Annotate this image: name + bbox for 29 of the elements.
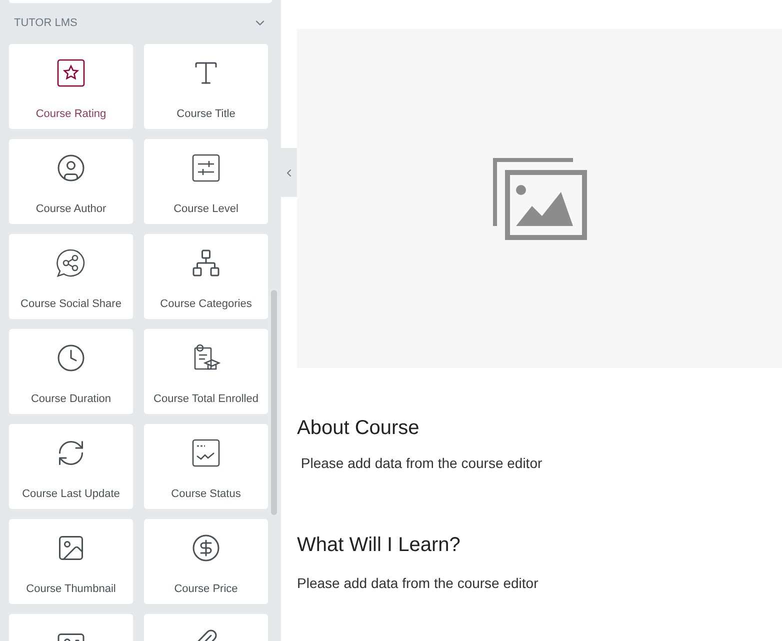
- image-placeholder-icon: [492, 158, 586, 240]
- user-icon: [56, 153, 86, 183]
- widget-card[interactable]: Course Title: [144, 44, 268, 129]
- dollar-icon: [191, 533, 221, 563]
- chart-icon: [191, 438, 221, 468]
- section-heading: About Course: [297, 417, 420, 440]
- widget-card[interactable]: Course Last Update: [9, 424, 133, 509]
- scrollbar[interactable]: [271, 290, 277, 515]
- widget-card[interactable]: Course Price: [144, 519, 268, 604]
- clock-icon: [56, 343, 86, 373]
- hierarchy-icon: [191, 248, 221, 278]
- sliders-icon: [191, 153, 221, 183]
- section-heading: What Will I Learn?: [297, 534, 462, 557]
- widget-card[interactable]: Course Rating: [9, 44, 133, 129]
- widget-card[interactable]: Course Total Enrolled: [144, 329, 268, 414]
- widget-card[interactable]: Course Status: [144, 424, 268, 509]
- widget-card[interactable]: Course Thumbnail: [9, 519, 133, 604]
- share-icon: [56, 248, 86, 278]
- widget-card[interactable]: Course Duration: [9, 329, 133, 414]
- section-text: Please add data from the course editor: [300, 455, 544, 471]
- widget-card[interactable]: Course Social Share: [9, 234, 133, 319]
- widget-card[interactable]: Course Categories: [144, 234, 268, 319]
- refresh-icon: [56, 438, 86, 468]
- image-icon: [56, 533, 86, 563]
- section-text: Please add data from the course editor: [297, 575, 540, 591]
- section-title: TUTOR LMS: [14, 17, 78, 29]
- collapse-button[interactable]: [281, 148, 297, 197]
- widget-card[interactable]: Course Level: [144, 139, 268, 224]
- widget-card[interactable]: Course Author: [9, 139, 133, 224]
